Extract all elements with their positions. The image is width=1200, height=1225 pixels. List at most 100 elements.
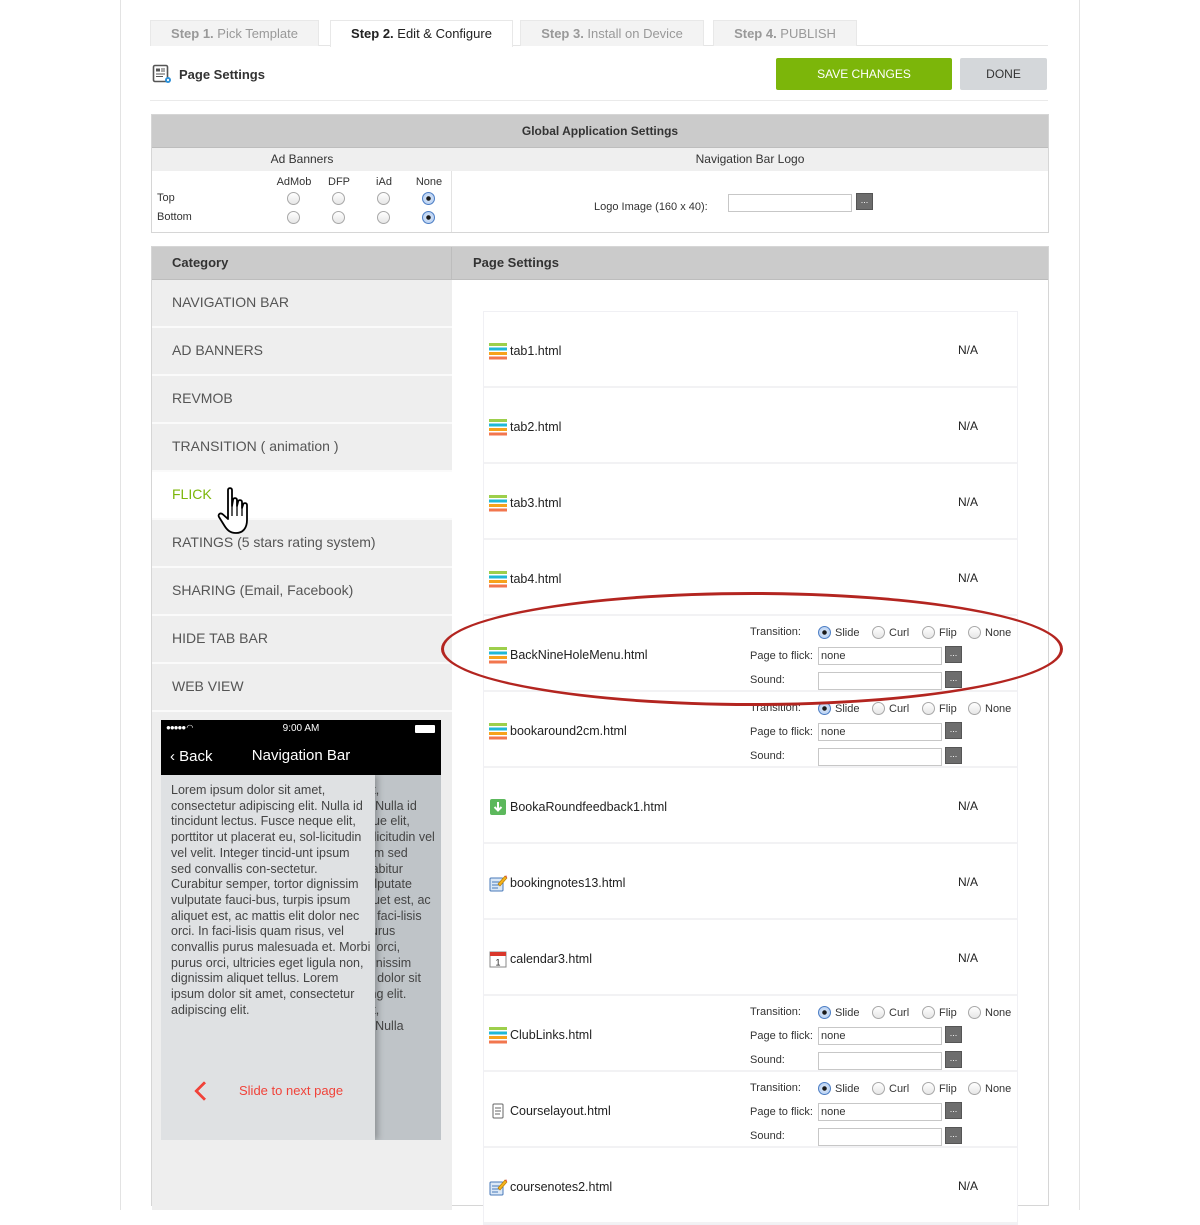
page-name: tab1.html — [488, 341, 561, 361]
page-name: ClubLinks.html — [488, 1025, 592, 1045]
logo-browse-button[interactable]: ... — [856, 193, 873, 210]
page-name: Courselayout.html — [488, 1101, 611, 1121]
transition-radio-flip[interactable] — [922, 1082, 935, 1095]
transition-radio-curl[interactable] — [872, 702, 885, 715]
slide-label: Slide to next page — [239, 1083, 344, 1098]
radio-bottom-none[interactable] — [422, 211, 435, 224]
transition-radio-flip[interactable] — [922, 1006, 935, 1019]
radio-bottom-dfp[interactable] — [332, 211, 345, 224]
done-button[interactable]: DONE — [960, 58, 1047, 90]
step-number: Step 3. — [541, 26, 584, 41]
chevron-left-icon — [194, 1080, 214, 1101]
category-header: Category — [152, 247, 452, 280]
na-label: N/A — [958, 799, 979, 813]
transition-radio-slide[interactable] — [818, 1082, 831, 1095]
tab-step-1[interactable]: Step 1. Pick Template — [150, 20, 319, 46]
logo-image-input[interactable] — [728, 194, 852, 212]
page-name: tab3.html — [488, 493, 561, 513]
transition-radio-none[interactable] — [968, 1006, 981, 1019]
page-name: bookingnotes13.html — [488, 873, 625, 893]
transition-radio-curl[interactable] — [872, 1006, 885, 1019]
sound-label: Sound: — [750, 1054, 785, 1066]
category-item-ratings[interactable]: RATINGS (5 stars rating system) — [152, 520, 452, 568]
next-page-text: Lorem ipsum dolor sit amet, consectetur … — [375, 783, 435, 1033]
tab-step-3[interactable]: Step 3. Install on Device — [520, 20, 704, 46]
sound-browse-button[interactable]: ... — [945, 1051, 962, 1068]
step-tabs: Step 1. Pick Template Step 2. Edit & Con… — [150, 20, 1048, 47]
transition-radio-slide[interactable] — [818, 626, 831, 639]
category-item-web-view[interactable]: WEB VIEW — [152, 664, 452, 712]
transition-radio-curl[interactable] — [872, 626, 885, 639]
page-row: tab4.html N/A — [484, 540, 1017, 616]
transition-radio-curl[interactable] — [872, 1082, 885, 1095]
ad-col-dfp: DFP — [328, 176, 350, 188]
page-title: Page Settings — [179, 66, 265, 82]
ad-banners-label: Ad Banners — [270, 152, 334, 166]
sound-input[interactable] — [818, 1052, 942, 1070]
page-filename: BookaRoundfeedback1.html — [510, 800, 668, 814]
page-name: BackNineHoleMenu.html — [488, 645, 648, 665]
sound-input[interactable] — [818, 672, 942, 690]
page-to-flick-browse-button[interactable]: ... — [945, 1102, 962, 1119]
category-item-sharing[interactable]: SHARING (Email, Facebook) — [152, 568, 452, 616]
document-icon — [488, 1101, 508, 1121]
ad-col-admob: AdMob — [276, 176, 312, 188]
sound-label: Sound: — [750, 750, 785, 762]
category-item-revmob[interactable]: REVMOB — [152, 376, 452, 424]
save-changes-button[interactable]: SAVE CHANGES — [776, 58, 952, 90]
global-settings-body: AdMob DFP iAd None Top Bottom Logo Image… — [152, 171, 1048, 232]
page-settings-header: Page Settings — [152, 62, 265, 86]
transition-radio-flip[interactable] — [922, 702, 935, 715]
page-row: coursenotes2.html N/A — [484, 1148, 1017, 1224]
phone-nav-bar: ‹ Back Navigation Bar — [161, 738, 441, 775]
radio-top-iad[interactable] — [377, 192, 390, 205]
radio-top-dfp[interactable] — [332, 192, 345, 205]
sound-label: Sound: — [750, 674, 785, 686]
radio-bottom-admob[interactable] — [287, 211, 300, 224]
page-to-flick-input[interactable] — [818, 1027, 942, 1045]
page-to-flick-browse-button[interactable]: ... — [945, 1026, 962, 1043]
transition-radio-flip[interactable] — [922, 626, 935, 639]
category-item-flick[interactable]: FLICK — [152, 472, 452, 520]
step-label: Install on Device — [583, 26, 683, 41]
page-to-flick-browse-button[interactable]: ... — [945, 722, 962, 739]
nav-bar-logo-label: Navigation Bar Logo — [695, 152, 805, 166]
page-to-flick-input[interactable] — [818, 723, 942, 741]
category-item-navigation-bar[interactable]: NAVIGATION BAR — [152, 280, 452, 328]
page-to-flick-label: Page to flick: — [750, 1030, 813, 1042]
transition-option-label: None — [985, 1083, 1012, 1095]
page-to-flick-input[interactable] — [818, 647, 942, 665]
na-label: N/A — [958, 875, 979, 889]
category-list: NAVIGATION BAR AD BANNERS REVMOB TRANSIT… — [152, 280, 452, 1210]
hand-cursor-icon — [217, 487, 248, 534]
tab-bars-icon — [488, 1025, 508, 1045]
radio-bottom-iad[interactable] — [377, 211, 390, 224]
page-to-flick-browse-button[interactable]: ... — [945, 646, 962, 663]
transition-radio-none[interactable] — [968, 702, 981, 715]
category-item-hide-tab-bar[interactable]: HIDE TAB BAR — [152, 616, 452, 664]
ad-banner-options: AdMob DFP iAd None Top Bottom — [152, 171, 452, 232]
radio-top-none[interactable] — [422, 192, 435, 205]
page-filename: BackNineHoleMenu.html — [510, 648, 648, 662]
page-to-flick-input[interactable] — [818, 1103, 942, 1121]
transition-radio-none[interactable] — [968, 626, 981, 639]
page-name: 1 calendar3.html — [488, 949, 592, 969]
sound-browse-button[interactable]: ... — [945, 1127, 962, 1144]
page-row: Courselayout.html Transition: Slide Curl Fli… — [484, 1072, 1017, 1148]
tab-step-2[interactable]: Step 2. Edit & Configure — [330, 20, 513, 47]
sound-browse-button[interactable]: ... — [945, 747, 962, 764]
tab-step-4[interactable]: Step 4. PUBLISH — [713, 20, 857, 46]
download-icon — [488, 797, 508, 817]
sound-input[interactable] — [818, 748, 942, 766]
phone-nav-title: Navigation Bar — [251, 747, 351, 764]
page-row: 1 calendar3.html N/A — [484, 920, 1017, 996]
sound-browse-button[interactable]: ... — [945, 671, 962, 688]
category-item-ad-banners[interactable]: AD BANNERS — [152, 328, 452, 376]
transition-radio-none[interactable] — [968, 1082, 981, 1095]
transition-radio-slide[interactable] — [818, 1006, 831, 1019]
transition-radio-slide[interactable] — [818, 702, 831, 715]
radio-top-admob[interactable] — [287, 192, 300, 205]
sound-input[interactable] — [818, 1128, 942, 1146]
calendar-icon: 1 — [488, 949, 508, 969]
category-item-transition[interactable]: TRANSITION ( animation ) — [152, 424, 452, 472]
